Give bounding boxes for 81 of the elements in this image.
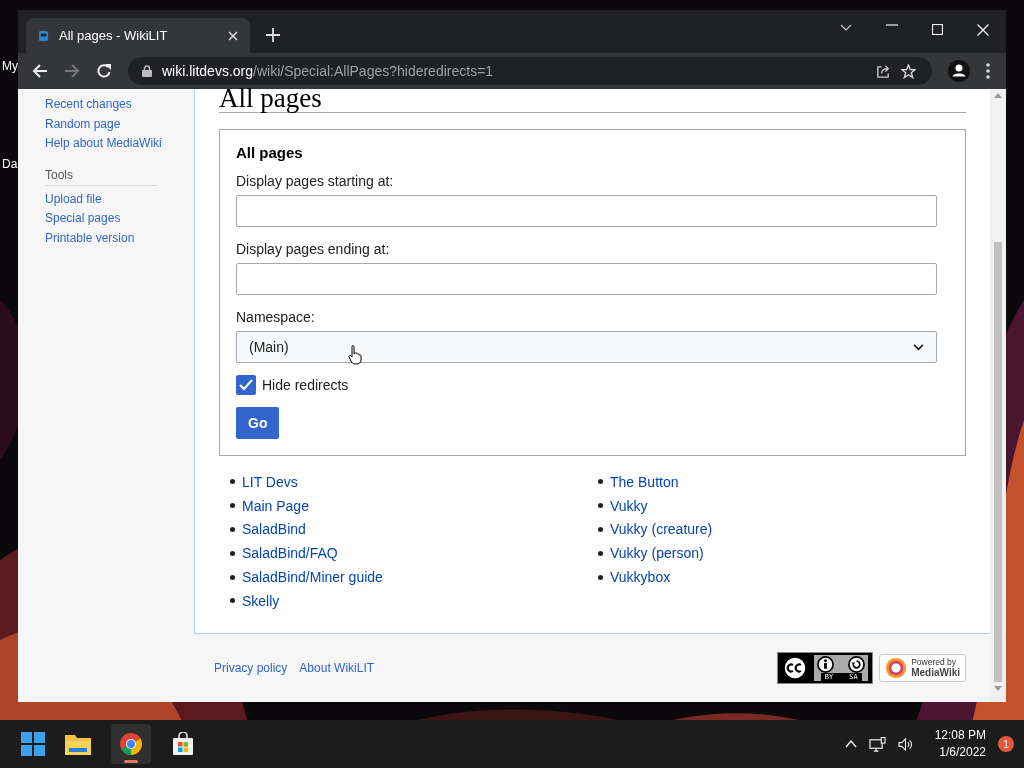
sidebar-heading: Tools	[45, 167, 157, 186]
bullet-icon	[230, 503, 235, 509]
person-circle-icon	[817, 655, 835, 673]
go-button[interactable]: Go	[236, 407, 280, 439]
page-link[interactable]: The Button	[610, 473, 679, 490]
address-bar[interactable]: wiki.litdevs.org/wiki/Special:AllPages?hideredirects=1	[128, 57, 932, 85]
sidebar-link[interactable]: Random page	[45, 114, 121, 134]
page-link[interactable]: Main Page	[242, 497, 309, 514]
page-title: All pages	[219, 85, 966, 113]
hand-cursor-icon	[348, 345, 362, 365]
cc-logo-icon	[782, 654, 809, 681]
form-legend: All pages	[236, 144, 303, 161]
url-text: wiki.litdevs.org/wiki/Special:AllPages?hideredirects=1	[162, 63, 494, 79]
lock-icon	[142, 65, 152, 77]
back-arrow-icon[interactable]	[32, 63, 48, 79]
badge-text: Powered by	[911, 657, 958, 668]
volume-icon[interactable]	[897, 737, 913, 751]
page-link[interactable]: Skelly	[242, 592, 280, 609]
scrollbar[interactable]	[990, 89, 1006, 702]
start-icon[interactable]	[21, 732, 45, 756]
sidebar-link[interactable]: Recent changes	[45, 95, 132, 115]
badge-text: MediaWiki	[911, 667, 960, 679]
network-icon[interactable]	[868, 736, 886, 752]
bullet-icon	[230, 598, 235, 604]
sidebar-link[interactable]: Help about MediaWiki	[45, 134, 162, 154]
input-field[interactable]	[236, 263, 937, 295]
bullet-icon	[598, 527, 603, 532]
footer-link[interactable]: About WikiLIT	[299, 660, 375, 675]
chrome-icon	[119, 732, 143, 756]
page-link[interactable]: Vukky	[610, 497, 648, 514]
plus-icon[interactable]	[266, 28, 280, 42]
input-field[interactable]	[236, 195, 937, 227]
menu-icon[interactable]	[986, 63, 990, 79]
notification-badge[interactable]: 1	[998, 736, 1014, 752]
close-icon[interactable]	[228, 30, 238, 41]
powered-by-badge[interactable]: Powered by MediaWiki	[879, 653, 966, 682]
profile-icon[interactable]	[948, 60, 970, 82]
taskbar-clock[interactable]: 12:08 PM 1/6/2022	[934, 727, 986, 761]
bullet-icon	[230, 527, 235, 532]
bullet-icon	[598, 479, 603, 485]
sidebar-link[interactable]: Printable version	[45, 228, 135, 248]
footer-link[interactable]: Privacy policy	[214, 660, 288, 675]
page-link[interactable]: Vukky (creature)	[610, 521, 713, 538]
scrollbar-thumb[interactable]	[994, 242, 1002, 682]
field-label: Namespace:	[236, 309, 315, 325]
sidebar-link[interactable]: Upload file	[45, 189, 102, 209]
field-label: Display pages ending at:	[236, 241, 390, 257]
star-icon[interactable]	[901, 63, 916, 79]
bullet-icon	[230, 550, 235, 556]
page-link[interactable]: Vukky (person)	[610, 545, 704, 562]
checkbox[interactable]	[236, 375, 256, 395]
bullet-icon	[230, 479, 235, 485]
bullet-icon	[598, 550, 603, 556]
bullet-icon	[598, 574, 603, 580]
namespace-dropdown[interactable]: (Main)	[236, 331, 937, 363]
browser-tab[interactable]: All pages - WikiLIT	[26, 18, 250, 53]
tab-title: All pages - WikiLIT	[59, 28, 169, 43]
page-link[interactable]: SaladBind	[242, 521, 306, 538]
store-bag-icon[interactable]	[171, 732, 195, 756]
bullet-icon	[230, 574, 235, 580]
page-link[interactable]: SaladBind/FAQ	[242, 545, 338, 562]
desktop-icon-label: Da	[2, 157, 18, 171]
folder-icon[interactable]	[65, 733, 91, 755]
close-icon[interactable]	[977, 24, 989, 36]
page-link[interactable]: LIT Devs	[242, 473, 298, 490]
forward-arrow-icon[interactable]	[64, 63, 80, 79]
chevron-up-icon[interactable]	[844, 740, 857, 748]
field-label: Display pages starting at:	[236, 173, 394, 189]
reload-icon[interactable]	[96, 63, 112, 79]
page-link[interactable]: Vukkybox	[610, 569, 671, 586]
chevron-down-icon	[913, 343, 924, 351]
chevron-down-icon[interactable]	[840, 24, 852, 32]
share-icon[interactable]	[876, 63, 891, 79]
share-alike-icon	[848, 655, 866, 673]
browser-taskbar-button[interactable]	[111, 724, 151, 764]
page-link[interactable]: SaladBind/Miner guide	[242, 569, 383, 586]
maximize-icon[interactable]	[932, 24, 943, 35]
desktop-icon-label: My	[2, 59, 18, 73]
bullet-icon	[598, 503, 603, 509]
sidebar-link[interactable]: Special pages	[45, 209, 121, 229]
checkbox-label: Hide redirects	[262, 377, 349, 393]
